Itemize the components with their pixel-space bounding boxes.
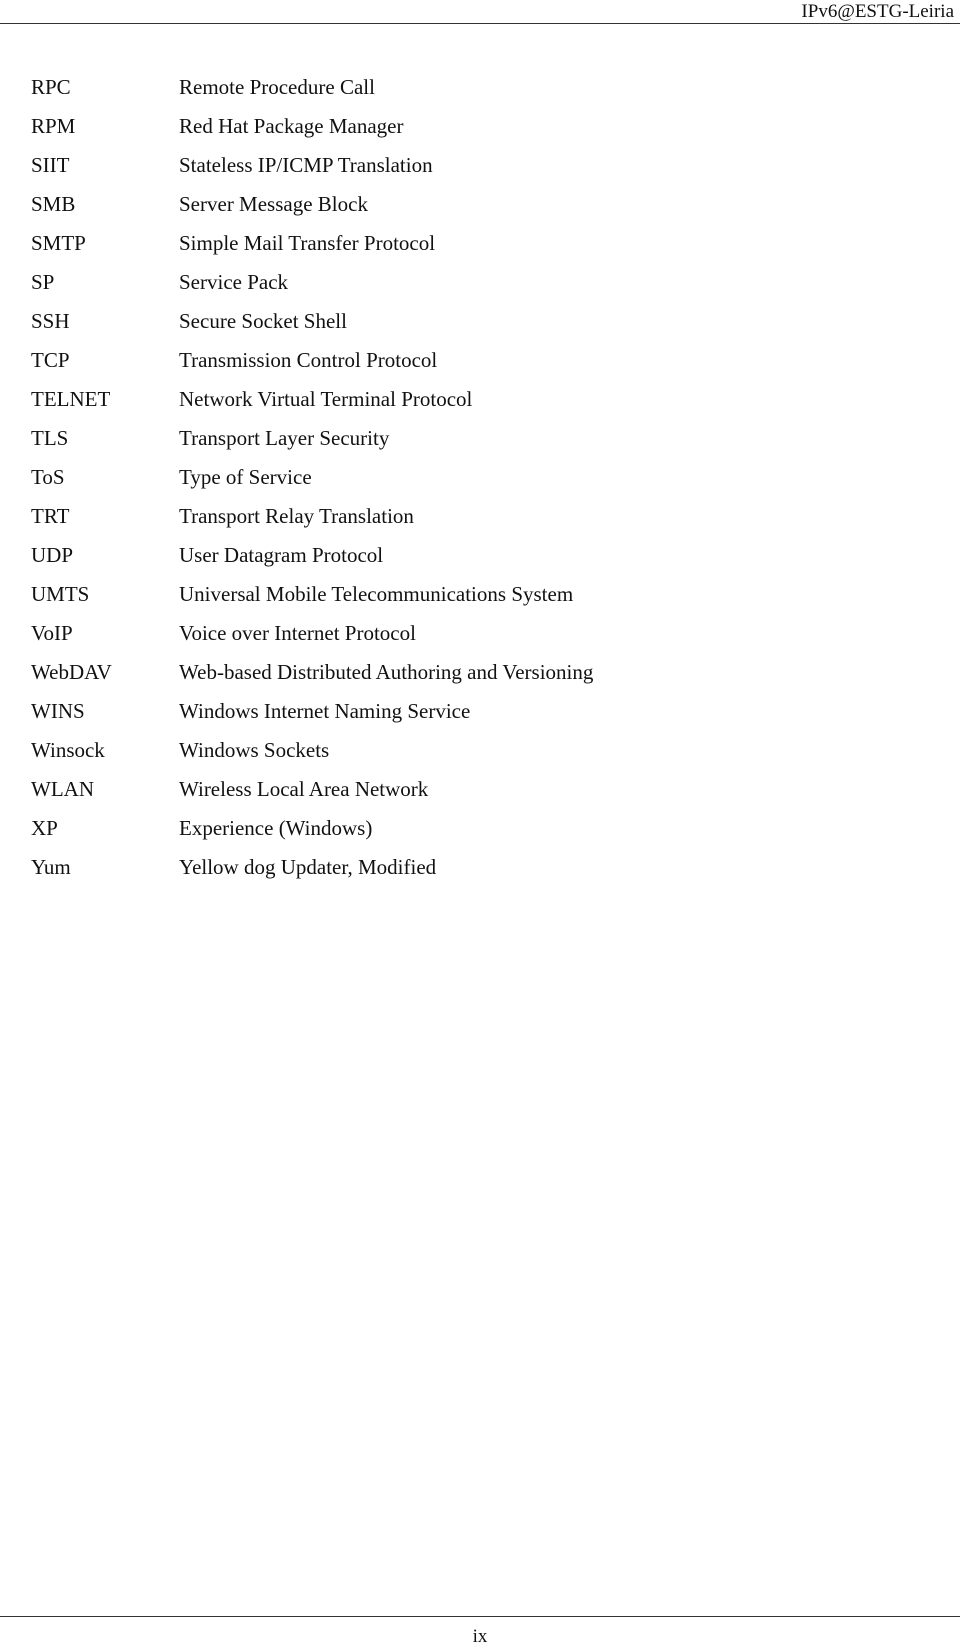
definition: Remote Procedure Call xyxy=(179,75,375,99)
definition: Stateless IP/ICMP Translation xyxy=(179,153,433,177)
abbreviation-row: TCP Transmission Control Protocol xyxy=(31,341,593,380)
abbreviation: SMTP xyxy=(31,231,86,255)
abbreviation-row: SSH Secure Socket Shell xyxy=(31,302,593,341)
abbreviation: VoIP xyxy=(31,621,73,645)
definition: Red Hat Package Manager xyxy=(179,114,404,138)
abbreviation: Winsock xyxy=(31,738,105,762)
definition: Service Pack xyxy=(179,270,289,294)
definition: Windows Internet Naming Service xyxy=(179,699,471,723)
abbreviation: TELNET xyxy=(31,387,111,411)
definition: Transmission Control Protocol xyxy=(179,348,438,372)
abbreviation-row: WINS Windows Internet Naming Service xyxy=(31,692,593,731)
definition: Web-based Distributed Authoring and Vers… xyxy=(179,660,594,684)
abbreviation-row: Yum Yellow dog Updater, Modified xyxy=(31,848,593,887)
abbreviation-row: RPC Remote Procedure Call xyxy=(31,68,593,107)
abbreviation-row: XP Experience (Windows) xyxy=(31,809,593,848)
abbreviation: Yum xyxy=(31,855,71,879)
definition: User Datagram Protocol xyxy=(179,543,384,567)
abbreviation-row: WLAN Wireless Local Area Network xyxy=(31,770,593,809)
abbreviation: UMTS xyxy=(31,582,90,606)
abbreviation-row: RPM Red Hat Package Manager xyxy=(31,107,593,146)
abbreviation: SMB xyxy=(31,192,76,216)
abbreviation-row: UMTS Universal Mobile Telecommunications … xyxy=(31,575,593,614)
definition: Type of Service xyxy=(179,465,312,489)
abbreviation-row: VoIP Voice over Internet Protocol xyxy=(31,614,593,653)
abbreviation-row: ToS Type of Service xyxy=(31,458,593,497)
definition: Network Virtual Terminal Protocol xyxy=(179,387,473,411)
abbreviation-row: SIIT Stateless IP/ICMP Translation xyxy=(31,146,593,185)
abbreviation-row: SMB Server Message Block xyxy=(31,185,593,224)
abbreviation: RPM xyxy=(31,114,76,138)
definition: Yellow dog Updater, Modified xyxy=(179,855,437,879)
definition: Windows Sockets xyxy=(179,738,330,762)
definition: Wireless Local Area Network xyxy=(179,777,429,801)
abbreviation-row: WebDAV Web-based Distributed Authoring an… xyxy=(31,653,593,692)
definition: Voice over Internet Protocol xyxy=(179,621,416,645)
abbreviation: XP xyxy=(31,816,58,840)
abbreviation-row: SP Service Pack xyxy=(31,263,593,302)
abbreviation: UDP xyxy=(31,543,74,567)
running-header: IPv6@ESTG-Leiria xyxy=(801,1,954,22)
definition: Experience (Windows) xyxy=(179,816,373,840)
abbreviation-list: RPC Remote Procedure Call RPM Red Hat Packa… xyxy=(31,68,593,887)
abbreviation-row: TRT Transport Relay Translation xyxy=(31,497,593,536)
abbreviation: RPC xyxy=(31,75,71,99)
definition: Transport Layer Security xyxy=(179,426,390,450)
page-number: ix xyxy=(472,1626,488,1647)
abbreviation: TLS xyxy=(31,426,69,450)
abbreviation-row: TLS Transport Layer Security xyxy=(31,419,593,458)
abbreviation-row: SMTP Simple Mail Transfer Protocol xyxy=(31,224,593,263)
definition: Secure Socket Shell xyxy=(179,309,347,333)
abbreviation: SSH xyxy=(31,309,70,333)
abbreviation: TRT xyxy=(31,504,70,528)
definition: Server Message Block xyxy=(179,192,368,216)
definition: Simple Mail Transfer Protocol xyxy=(179,231,436,255)
abbreviation-row: UDP User Datagram Protocol xyxy=(31,536,593,575)
abbreviation: TCP xyxy=(31,348,70,372)
definition: Universal Mobile Telecommunications Syst… xyxy=(179,582,574,606)
abbreviation: SIIT xyxy=(31,153,70,177)
definition: Transport Relay Translation xyxy=(179,504,414,528)
header-rule xyxy=(0,23,960,24)
abbreviation-row: TELNET Network Virtual Terminal Protocol xyxy=(31,380,593,419)
abbreviation: WebDAV xyxy=(31,660,112,684)
abbreviation: SP xyxy=(31,270,55,294)
abbreviation-row: Winsock Windows Sockets xyxy=(31,731,593,770)
abbreviation: WLAN xyxy=(31,777,94,801)
abbreviation: ToS xyxy=(31,465,65,489)
abbreviation: WINS xyxy=(31,699,85,723)
footer-rule xyxy=(0,1616,960,1617)
